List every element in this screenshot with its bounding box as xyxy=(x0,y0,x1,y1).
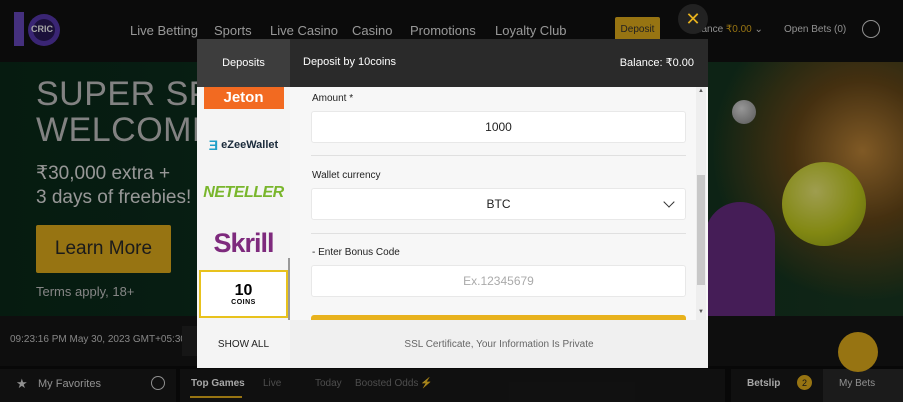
amount-value: 1000 xyxy=(485,120,512,134)
method-skrill[interactable]: Skrill xyxy=(199,219,288,267)
scroll-up-icon[interactable]: ▲ xyxy=(697,88,705,94)
method-jeton[interactable]: Jeton xyxy=(199,87,288,121)
scroll-down-icon[interactable]: ▼ xyxy=(697,309,705,315)
deposit-form: Amount * 1000 Wallet currency BTC - Ente… xyxy=(290,87,708,320)
currency-select[interactable]: BTC xyxy=(311,188,686,220)
chevron-down-icon xyxy=(663,196,675,208)
amount-input[interactable]: 1000 xyxy=(311,111,686,143)
modal-balance: Balance: ₹0.00 xyxy=(619,57,694,69)
tencoins-logo-top: 10 xyxy=(234,281,253,299)
amount-label: Amount * xyxy=(312,93,354,104)
skrill-logo: Skrill xyxy=(213,227,274,258)
form-divider xyxy=(311,155,686,156)
close-icon[interactable]: ✕ xyxy=(678,4,708,34)
payment-methods-list: Jeton Ǝ eZeeWallet NETELLER Skrill 10 CO… xyxy=(197,87,290,320)
method-neteller[interactable]: NETELLER xyxy=(199,169,288,217)
form-divider xyxy=(311,233,686,234)
currency-label: Wallet currency xyxy=(312,170,381,181)
ssl-notice: SSL Certificate, Your Information Is Pri… xyxy=(290,320,708,368)
bonus-code-placeholder: Ex.12345679 xyxy=(463,274,534,288)
page: CRIC Live Betting Sports Live Casino Cas… xyxy=(0,0,903,402)
deposit-modal: Deposits Deposit by 10coins Balance: ₹0.… xyxy=(197,39,708,368)
modal-title: Deposit by 10coins xyxy=(303,56,396,68)
ezeewallet-logo: eZeeWallet xyxy=(221,139,279,151)
ezeewallet-icon: Ǝ xyxy=(208,137,219,153)
form-scrollbar-thumb[interactable] xyxy=(697,175,705,285)
currency-value: BTC xyxy=(486,197,511,211)
tencoins-logo-bottom: COINS xyxy=(231,298,256,306)
bonus-code-input[interactable]: Ex.12345679 xyxy=(311,265,686,297)
modal-header: Deposits Deposit by 10coins Balance: ₹0.… xyxy=(197,39,708,87)
neteller-logo: NETELLER xyxy=(203,184,284,201)
show-all-button[interactable]: SHOW ALL xyxy=(197,320,290,368)
method-ezeewallet[interactable]: Ǝ eZeeWallet xyxy=(199,121,288,169)
bonus-code-label: - Enter Bonus Code xyxy=(312,247,400,258)
jeton-logo: Jeton xyxy=(203,87,284,109)
tab-deposits[interactable]: Deposits xyxy=(197,39,290,87)
method-10coins[interactable]: 10 COINS xyxy=(199,270,288,318)
